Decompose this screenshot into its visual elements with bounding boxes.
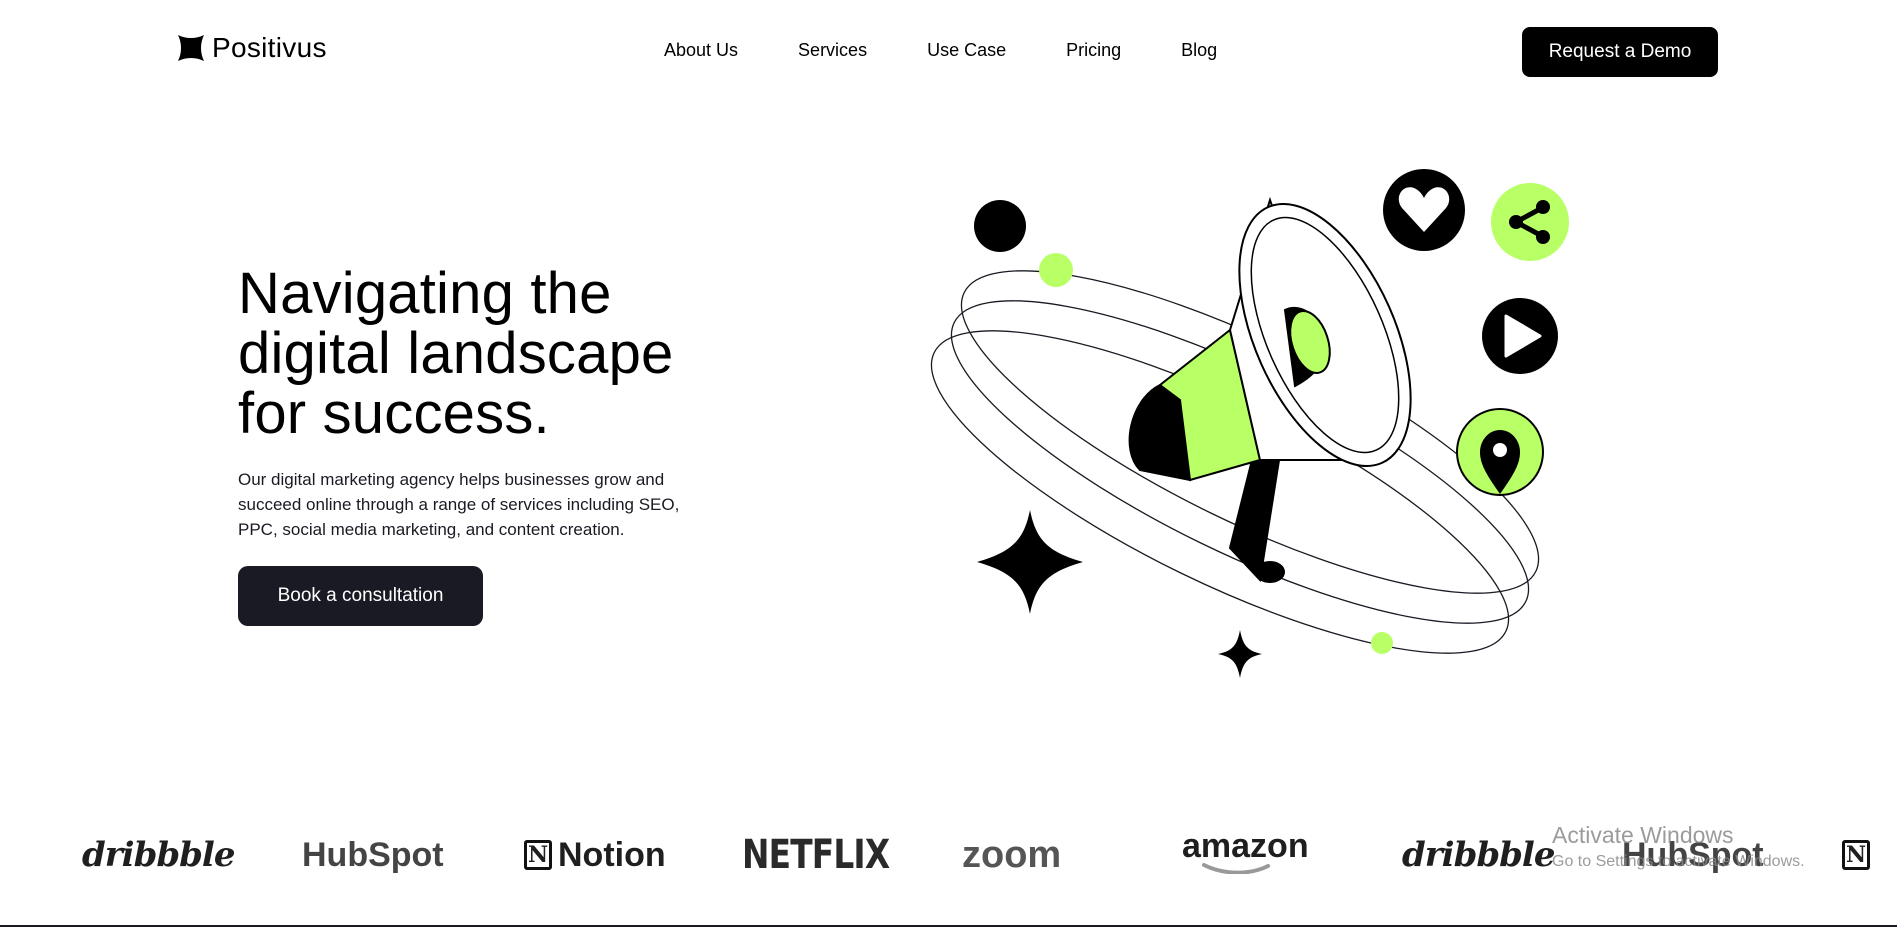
main-menu: About Us Services Use Case Pricing Blog [664,40,1217,61]
hero-title-line-1: Navigating the [238,261,612,326]
dot-black [974,200,1026,252]
notion-icon: N [1842,840,1870,870]
amazon-smile-icon [1202,863,1270,874]
dot-green-small [1371,632,1393,654]
hero-title: Navigating the digital landscape for suc… [238,264,758,444]
logo-amazon-text: amazon [1182,827,1309,865]
heart-icon [1383,169,1465,251]
logo-amazon: amazon [1182,827,1309,880]
logo-notion-text: Notion [558,835,666,874]
brand-name: Positivus [212,32,327,63]
hero-description: Our digital marketing agency helps busin… [238,470,680,539]
play-icon [1482,298,1558,374]
megaphone-illustration [930,169,1569,678]
logo-dribbble-repeat: dribbble [1402,835,1555,875]
share-icon [1491,183,1569,261]
book-consultation-button[interactable]: Book a consultation [238,566,483,626]
nav-about-us[interactable]: About Us [664,40,738,61]
location-pin-icon [1456,408,1544,496]
logo-zoom: zoom [962,833,1062,876]
nav-pricing[interactable]: Pricing [1066,40,1121,61]
asterisk-star-icon [178,35,204,61]
watermark-title: Activate Windows [1552,822,1734,848]
notion-icon: N [524,840,552,870]
top-navbar: Positivus About Us Services Use Case Pri… [0,0,1897,104]
nav-services[interactable]: Services [798,40,867,61]
logo-notion: N Notion [524,830,666,880]
hero-title-line-2: digital landscape [238,321,674,386]
logo-hubspot: HubSpot [302,835,444,874]
brand-logo[interactable]: Positivus [176,32,327,64]
logo-netflix: NETFLIX [742,832,890,878]
nav-use-case[interactable]: Use Case [927,40,1006,61]
sparkle-star-icon [977,510,1083,614]
sparkle-star-small-icon [1218,630,1262,678]
logo-dribbble: dribbble [82,835,235,875]
dot-green [1039,253,1073,287]
watermark-subtitle: Go to Settings to activate Windows. [1552,853,1805,870]
nav-blog[interactable]: Blog [1181,40,1217,61]
windows-activation-watermark: Activate Windows Go to Settings to activ… [1552,822,1805,871]
logo-notion-repeat: N [1842,830,1870,880]
request-demo-button[interactable]: Request a Demo [1522,27,1718,77]
hero-title-line-3: for success. [238,381,550,446]
